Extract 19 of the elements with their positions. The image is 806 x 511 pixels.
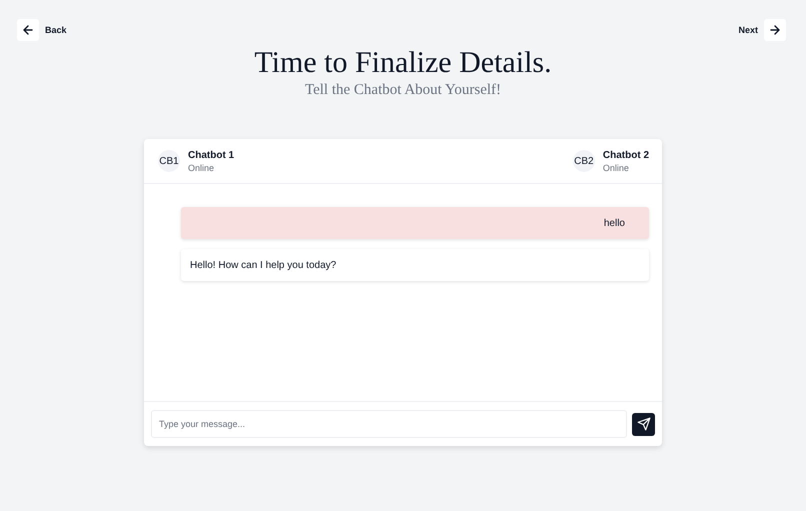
next-button[interactable] — [764, 19, 786, 41]
status-text: Online — [602, 162, 630, 172]
chatbot-name: Chatbot 2 — [602, 150, 649, 160]
chatbot-name: Chatbot 1 — [188, 150, 234, 160]
avatar: CB2 — [572, 150, 595, 172]
arrow-right-icon — [770, 25, 780, 35]
arrow-left-icon — [23, 25, 33, 35]
send-button[interactable] — [632, 412, 655, 436]
send-icon — [636, 417, 650, 431]
next-label[interactable]: Next — [738, 25, 758, 35]
back-label[interactable]: Back — [45, 25, 67, 35]
message-input[interactable]: Type your message... — [151, 410, 627, 438]
back-button[interactable] — [17, 19, 39, 41]
page-title: Time to Finalize Details. — [253, 45, 553, 81]
page-subtitle: Tell the Chatbot About Yourself! — [304, 81, 502, 99]
user-message: hello — [181, 207, 649, 239]
status-text: Online — [188, 162, 216, 172]
bot-message: Hello! How can I help you today? — [181, 249, 649, 281]
avatar: CB1 — [158, 150, 180, 172]
